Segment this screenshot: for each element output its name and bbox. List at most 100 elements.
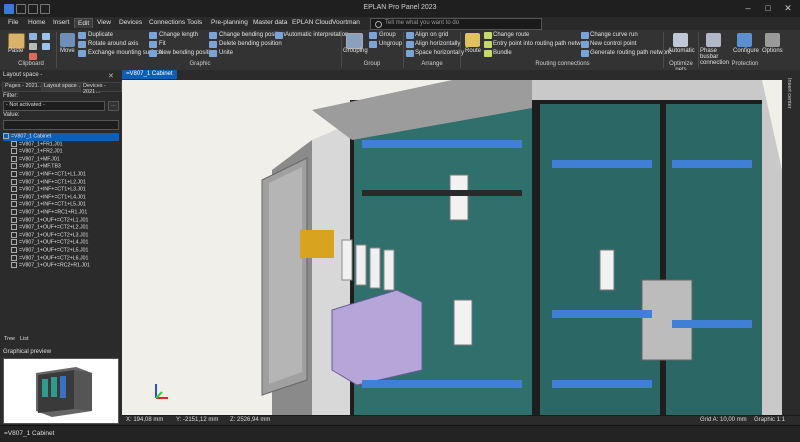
align-on-grid-button[interactable]: Align on grid [415,32,448,38]
paste-button[interactable]: Paste [8,48,23,54]
menu-file[interactable]: File [6,19,20,26]
copy-icon[interactable] [29,43,37,50]
rotate-around-axis-button[interactable]: Rotate around axis [88,41,138,47]
tree-item[interactable]: =V807_1+OUF+=CT2+L1.J01 [3,216,119,225]
cut-icon[interactable] [29,33,37,40]
phase-busbar-icon[interactable] [706,33,721,47]
close-panel-icon[interactable]: ✕ [108,72,114,80]
tab-devices[interactable]: Devices - 2021… [80,82,122,95]
tree-expand-icon[interactable] [11,216,17,223]
options-icon[interactable] [765,33,780,47]
tree-expand-icon[interactable] [11,170,17,177]
tree-item[interactable]: =V807_1+OUF+=CT2+L2.J01 [3,224,119,232]
ungroup-button[interactable]: Ungroup [379,41,402,47]
tree-expand-icon[interactable] [11,254,17,261]
menu-insert[interactable]: Insert [51,19,71,26]
tree-item[interactable]: =V807_1+INF+=CT1+L1.J01 [3,170,119,179]
grouping-icon[interactable] [346,33,363,49]
format-painter-icon[interactable] [42,33,50,40]
menu-pre-planning[interactable]: Pre-planning [209,19,250,26]
close-icon[interactable]: ✕ [780,2,796,14]
insert-center-strip[interactable]: Insert center [782,70,800,425]
3d-viewport[interactable] [122,80,782,415]
tree-item[interactable]: =V807_1+INF+=CT1+L4.J01 [3,193,119,202]
change-curve-run-button[interactable]: Change curve run [590,32,638,38]
configure-icon[interactable] [737,33,752,47]
duplicate-button[interactable]: Duplicate [88,32,113,38]
tree-expand-icon[interactable] [11,208,17,215]
tree-item[interactable]: =V807_1+OUF+=CT2+L4.J01 [3,239,119,247]
tab-cabinet-document[interactable]: =V807_1 Cabinet [122,70,177,79]
tab-tree[interactable]: Tree [4,336,15,342]
paste-icon[interactable] [8,33,25,49]
move-button[interactable]: Move [60,48,75,54]
route-button[interactable]: Route [465,48,481,54]
tree-item[interactable]: =V807_1+FR1.J01 [3,140,119,149]
new-bending-position-button[interactable]: New bending position [159,50,216,56]
tree-item[interactable]: =V807_1 Cabinet [3,133,119,141]
automatic-interpretation-button[interactable]: Automatic interpretation [285,32,348,38]
tree-expand-icon[interactable] [11,246,17,253]
tree-item[interactable]: =V807_1+INF+=RC1+R1.J01 [3,208,119,217]
tree-expand-icon[interactable] [11,148,17,155]
menu-master-data[interactable]: Master data [251,19,289,26]
tree-item[interactable]: =V807_1+MF.J01 [3,155,119,164]
tree-item[interactable]: =V807_1+INF+=CT1+L5.J01 [3,201,119,209]
value-input[interactable] [3,120,119,130]
new-control-point-button[interactable]: New control point [590,41,636,47]
menu-devices[interactable]: Devices [117,19,144,26]
automatic-button[interactable]: Automatic [668,48,695,54]
tree-expand-icon[interactable] [11,224,17,231]
tree-item[interactable]: =V807_1+INF+=CT1+L2.J01 [3,178,119,187]
minimize-icon[interactable]: – [740,2,756,14]
menu-home[interactable]: Home [26,19,47,26]
group-button[interactable]: Group [379,32,396,38]
grouping-button[interactable]: Grouping [343,48,368,54]
menu-tools[interactable]: Tools [185,19,204,26]
tree-expand-icon[interactable] [11,140,17,147]
tree-expand-icon[interactable] [11,178,17,185]
menu-edit[interactable]: Edit [74,18,94,28]
delete-icon[interactable] [29,53,37,60]
tree-item[interactable]: =V807_1+OUF+=CT2+L3.J01 [3,231,119,240]
move-icon[interactable] [60,33,75,47]
menu-view[interactable]: View [95,19,113,26]
tree-item[interactable]: =V807_1+OUF+=CT2+L6.J01 [3,254,119,263]
tree-item[interactable]: =V807_1+INF+=CT1+L3.J01 [3,186,119,194]
tab-list[interactable]: List [20,336,29,342]
tree-expand-icon[interactable] [11,239,17,246]
align-horizontally-button[interactable]: Align horizontally [415,41,460,47]
generate-routing-network-button[interactable]: Generate routing path network [590,50,671,56]
bundle-button[interactable]: Bundle [493,50,512,56]
unite-button[interactable]: Unite [219,50,233,56]
tree-item[interactable]: =V807_1+MF.TB3 [3,163,119,171]
menu-voortman[interactable]: Voortman [330,19,362,26]
space-horizontally-button[interactable]: Space horizontally [415,50,464,56]
delete-bending-position-button[interactable]: Delete bending position [219,41,282,47]
tree-item[interactable]: =V807_1+OUF+=RC2+R1.J01 [3,262,119,270]
menu-eplan-cloud[interactable]: EPLAN Cloud [290,19,334,26]
tree-expand-icon[interactable] [11,193,17,200]
change-length-button[interactable]: Change length [159,32,198,38]
route-icon[interactable] [465,33,480,47]
paste-special-icon[interactable] [42,43,50,50]
tree-expand-icon[interactable] [11,163,17,170]
tree-expand-icon[interactable] [11,155,17,162]
tree-expand-icon[interactable] [11,186,17,193]
tab-pages[interactable]: Pages - 2021… [2,82,47,92]
tree-item[interactable]: =V807_1+FR2.J01 [3,148,119,156]
phase-busbar-connection-button[interactable]: Phase busbar connection [700,48,730,66]
maximize-icon[interactable]: □ [760,2,776,14]
tree-expand-icon[interactable] [11,231,17,238]
menu-connections[interactable]: Connections [147,19,187,26]
tree-item[interactable]: =V807_1+OUF+=CT2+L5.J01 [3,246,119,255]
tree-expand-icon[interactable] [11,262,17,269]
automatic-icon[interactable] [673,33,688,47]
search-input[interactable]: Tell me what you want to do [370,18,542,30]
filter-select[interactable]: - Not activated - [3,101,105,111]
configure-button[interactable]: Configure [733,48,759,54]
entry-point-button[interactable]: Entry point into routing path network [493,41,589,47]
fit-button[interactable]: Fit [159,41,166,47]
tree-expand-icon[interactable] [3,133,9,139]
tree-expand-icon[interactable] [11,201,17,208]
